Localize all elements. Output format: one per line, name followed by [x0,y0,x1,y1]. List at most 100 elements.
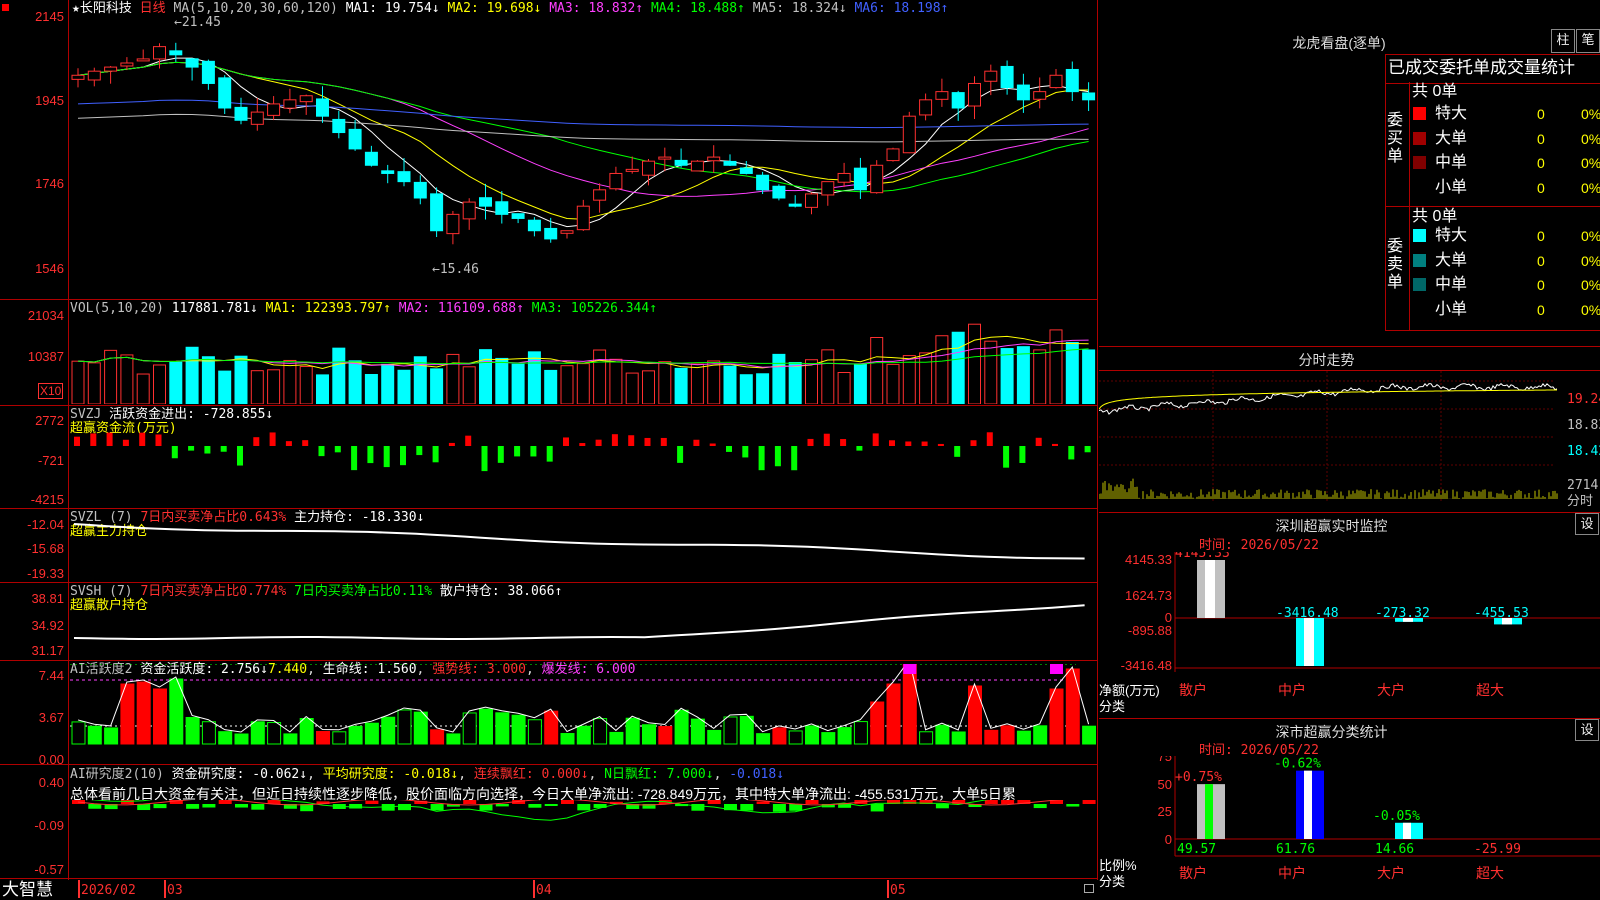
candle-body [218,77,232,109]
class-pct: -0.05% [1373,809,1420,824]
sell-row: 中单 0 0% [1411,274,1600,296]
candle-body [805,193,818,208]
activity-bar [707,729,722,745]
flow-bar [693,439,700,446]
tick-toggle-button[interactable]: 笔 [1576,29,1600,53]
flow-bar [416,446,423,456]
period-label[interactable]: 日线 [140,1,166,16]
row-pct: 0% [1581,155,1600,171]
sz-monitor-settings-button[interactable]: 设 [1575,513,1599,535]
row-count: 0 [1537,179,1545,196]
research-bar [1001,800,1015,804]
svzl-y-3: -19.33 [27,566,64,581]
activity-bar [951,731,966,745]
activity-bar [71,721,86,745]
bar-toggle-button[interactable]: 柱 [1551,29,1575,53]
research-bar [1033,804,1047,809]
volume-bar [968,323,981,404]
row-name: 特大 [1435,227,1468,244]
candle-body [71,74,85,80]
flow-bar [269,432,276,446]
class-bar-highlight [1304,770,1312,839]
buy-row: 特大 0 0% [1411,103,1600,125]
activity-bar [788,730,803,745]
volume-bar [1033,349,1047,404]
activity-bar [153,688,167,745]
candle-body [511,213,525,219]
kline-y-3: 1746 [35,176,64,191]
candle-body [104,66,118,72]
candle-body [479,197,492,207]
activity-bar [413,711,428,745]
ma3-value: MA3: 18.832↑ [549,1,644,16]
stock-name[interactable]: ★长阳科技 [72,1,132,16]
activity-bar [381,716,396,745]
monitor-value: 4145.33 [1175,552,1230,561]
research-bar [186,804,200,809]
fund-flow-chart [74,432,1091,472]
flow-bar [139,432,146,446]
activity-bar [479,708,493,745]
activity-bar [299,718,314,745]
volume-bar [283,359,297,404]
candle-body [1000,65,1014,89]
intraday-chart[interactable] [1099,371,1565,511]
class-value: 61.76 [1276,842,1315,857]
activity-bar [1016,730,1031,745]
volume-bar [593,349,607,404]
sz-class-settings-button[interactable]: 设 [1575,719,1599,741]
sell-row: 大单 0 0% [1411,250,1600,272]
dragon-title: 龙虎看盘(逐单) [1292,35,1386,51]
lock-icon[interactable] [1084,884,1094,893]
research-bar [365,800,379,804]
volume-bar [739,374,753,404]
activity-line [77,664,1090,733]
flow-bar [856,446,863,451]
volume-bar [707,360,721,404]
flow-bar [546,446,553,462]
candle-body [185,58,199,68]
flow-bar [302,440,309,446]
svzj-y-2: -721 [37,453,64,468]
svsh-y-2: 34.92 [31,618,64,633]
flow-bar [253,437,260,446]
volume-bar [788,361,802,404]
activity-bar [332,731,347,745]
candle-body [364,151,378,166]
candle-body [430,193,444,232]
volume-bar [756,373,770,404]
candlestick-chart[interactable] [70,18,1096,298]
activity-bar [853,721,868,745]
class-pct: -0.62% [1274,757,1321,772]
activity-bar [609,731,624,745]
activity-bar [886,683,901,745]
class-category: 超大 [1476,865,1504,881]
activity-bar [756,733,771,745]
volume-bar [169,361,183,404]
volume-bar [430,368,444,404]
candle-body [870,164,884,194]
monitor-category: 超大 [1476,682,1504,698]
activity-bar [250,721,265,745]
activity-bar [739,715,754,745]
volume-bar [1016,346,1030,404]
flow-bar [74,436,80,446]
flow-bar [563,437,569,446]
research-bar [903,800,917,804]
activity-bar [283,733,298,745]
research-bar [740,804,754,811]
vol-ma3: MA3: 105226.344↑ [531,301,658,316]
right-panel: 龙虎看盘(逐单) 柱 笔 已成交委托单成交量统计 委买单 委卖单 共 0单 特大… [1099,0,1600,900]
volume-bar [853,363,867,404]
research-bar [430,804,444,811]
buy-label: 委买单 [1387,112,1404,165]
volume-bar [837,372,851,404]
svzl-y-1: -12.04 [27,517,64,532]
candle-body [951,92,965,109]
research-bar [235,804,248,808]
flow-bar [1084,446,1091,453]
monitor-category: 散户 [1179,682,1207,698]
vol-y-1: 21034 [27,308,64,323]
intra-y-1: 19.24 [1567,392,1600,407]
retail-holding-chart [73,604,1085,640]
